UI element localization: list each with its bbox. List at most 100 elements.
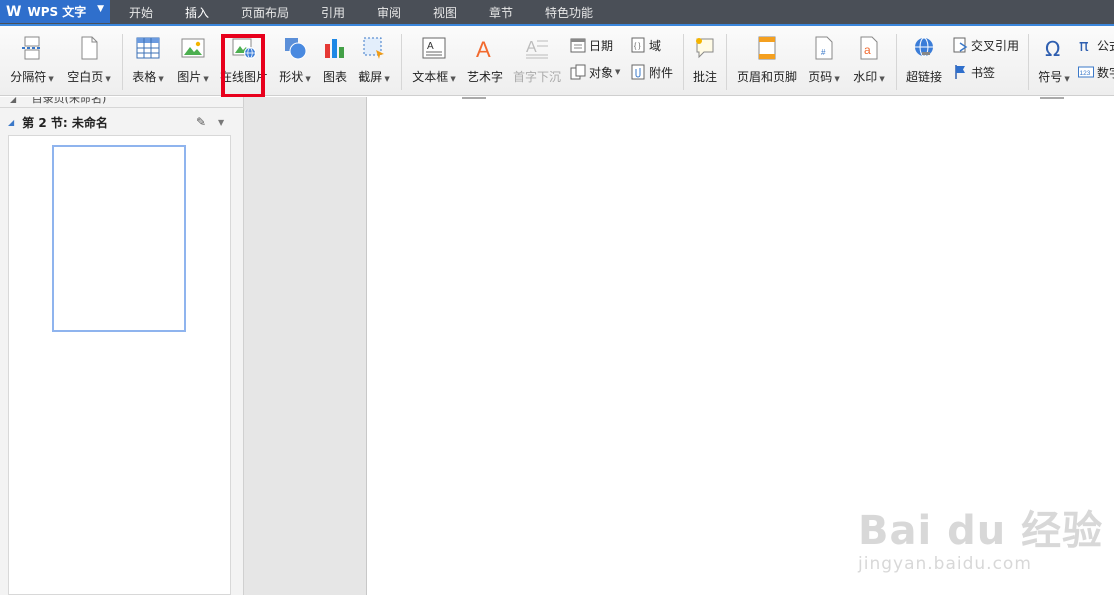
hyperlink-button[interactable]: 超链接 xyxy=(902,34,946,92)
textbox-label: 文本框 xyxy=(412,70,449,84)
caret-icon: ▼ xyxy=(203,75,209,83)
page-number-button[interactable]: # 页码 ▼ xyxy=(804,34,844,92)
symbol-label: 符号 xyxy=(1038,70,1063,84)
highlight-box xyxy=(221,34,265,98)
header-footer-button[interactable]: 页眉和页脚 xyxy=(734,34,800,92)
blank-page-label: 空白页 xyxy=(67,70,104,84)
tab-special-features[interactable]: 特色功能 xyxy=(538,0,600,26)
chevron-down-icon[interactable]: ▼ xyxy=(218,118,224,127)
number-button[interactable]: 123 数字 xyxy=(1078,63,1114,81)
pencil-icon[interactable]: ✎ xyxy=(196,115,206,129)
picture-button[interactable]: 图片 ▼ xyxy=(172,34,214,92)
caret-icon: ▼ xyxy=(158,75,164,83)
shape-button[interactable]: 形状 ▼ xyxy=(274,34,316,92)
wps-logo-icon: W xyxy=(6,3,22,20)
watermark-logo: Bai du 经验 xyxy=(858,508,1104,554)
app-menu-button[interactable]: W WPS 文字 ▼ xyxy=(0,0,110,23)
header-footer-icon xyxy=(755,36,779,60)
caret-icon: ▼ xyxy=(48,75,54,83)
page-corner-mark xyxy=(462,97,486,99)
header-footer-label: 页眉和页脚 xyxy=(736,70,797,84)
textbox-button[interactable]: A 文本框 ▼ xyxy=(408,34,460,92)
page-break-button[interactable]: 分隔符 ▼ xyxy=(6,34,58,92)
panel-divider xyxy=(0,107,244,108)
caret-icon: ▼ xyxy=(384,75,390,83)
textbox-icon: A xyxy=(422,36,446,60)
ribbon-separator xyxy=(896,34,897,90)
tab-view[interactable]: 视图 xyxy=(424,0,466,26)
attachment-button[interactable]: 附件 xyxy=(630,63,673,81)
svg-text:A: A xyxy=(526,39,537,56)
page-break-icon xyxy=(20,36,44,60)
comment-button[interactable]: 批注 xyxy=(688,34,722,92)
ribbon-separator xyxy=(726,34,727,90)
tab-references[interactable]: 引用 xyxy=(312,0,354,26)
picture-label: 图片 xyxy=(177,70,202,84)
tab-section[interactable]: 章节 xyxy=(480,0,522,26)
screenshot-icon xyxy=(362,36,386,60)
caret-icon: ▼ xyxy=(450,75,456,83)
baidu-watermark: Bai du 经验 jingyan.baidu.com xyxy=(858,498,1103,574)
watermark-label: 水印 xyxy=(853,70,878,84)
table-button[interactable]: 表格 ▼ xyxy=(128,34,168,92)
formula-label: 公式 xyxy=(1097,38,1114,53)
tab-page-layout[interactable]: 页面布局 xyxy=(232,0,298,26)
chevron-down-icon: ▼ xyxy=(97,4,104,14)
chart-icon xyxy=(323,36,347,60)
shape-icon xyxy=(283,36,307,60)
caret-icon: ▼ xyxy=(1064,75,1070,83)
tab-review[interactable]: 审阅 xyxy=(368,0,410,26)
page-thumbnail[interactable] xyxy=(52,145,186,332)
blank-page-button[interactable]: 空白页 ▼ xyxy=(62,34,116,92)
cross-reference-button[interactable]: 交叉引用 xyxy=(952,36,1019,54)
object-button[interactable]: 对象 ▼ xyxy=(570,63,620,81)
chart-label: 图表 xyxy=(322,70,347,84)
right-clip: π 公式 123 数字 xyxy=(1076,30,1114,94)
drop-cap-icon: A xyxy=(525,36,549,60)
nav-section-item[interactable]: ◢ 第 2 节: 未命名 ✎ ▼ xyxy=(8,112,236,132)
svg-text:{ }: { } xyxy=(634,43,641,50)
page-corner-mark xyxy=(1040,97,1064,99)
object-icon xyxy=(570,64,586,80)
svg-text:#: # xyxy=(821,48,826,57)
date-label: 日期 xyxy=(589,38,614,53)
ribbon-separator xyxy=(122,34,123,90)
symbol-button[interactable]: Ω 符号 ▼ xyxy=(1034,34,1074,92)
screenshot-button[interactable]: 截屏 ▼ xyxy=(354,34,394,92)
omega-icon: Ω xyxy=(1042,36,1066,61)
caret-icon: ▼ xyxy=(834,75,840,83)
tab-insert[interactable]: 插入 xyxy=(176,0,218,26)
app-title: WPS 文字 xyxy=(27,5,87,19)
drop-cap-button[interactable]: A 首字下沉 xyxy=(510,34,564,92)
wordart-icon: A xyxy=(473,36,497,62)
number-label: 数字 xyxy=(1097,65,1114,80)
svg-text:A: A xyxy=(476,37,491,60)
drop-cap-label: 首字下沉 xyxy=(512,70,561,84)
watermark-url: jingyan.baidu.com xyxy=(858,554,1032,574)
bookmark-button[interactable]: 书签 xyxy=(952,63,995,81)
bookmark-flag-icon xyxy=(952,64,968,80)
caret-icon: ▼ xyxy=(615,68,621,76)
expand-triangle-icon: ◢ xyxy=(10,97,17,104)
formula-button[interactable]: π 公式 xyxy=(1078,36,1114,55)
date-button[interactable]: 日期 xyxy=(570,36,613,54)
nav-top-item[interactable]: ◢ 目录页(未命名) xyxy=(0,97,244,107)
calendar-icon xyxy=(570,37,586,53)
field-label: 域 xyxy=(649,38,662,53)
field-button[interactable]: { } 域 xyxy=(630,36,661,54)
section-label: 第 2 节: 未命名 xyxy=(22,115,108,130)
tab-home[interactable]: 开始 xyxy=(118,0,164,26)
watermark-icon: a xyxy=(857,36,881,60)
ribbon-separator xyxy=(1028,34,1029,90)
chart-button[interactable]: 图表 xyxy=(318,34,352,92)
wordart-button[interactable]: A 艺术字 xyxy=(464,34,506,92)
cross-reference-icon xyxy=(952,37,968,53)
hyperlink-label: 超链接 xyxy=(905,70,942,84)
hyperlink-icon xyxy=(912,36,936,60)
svg-text:A: A xyxy=(427,41,434,52)
comment-icon xyxy=(693,36,717,60)
pi-icon: π xyxy=(1078,36,1094,55)
caret-icon: ▼ xyxy=(879,75,885,83)
number-123-icon: 123 xyxy=(1078,64,1094,80)
watermark-button[interactable]: a 水印 ▼ xyxy=(848,34,890,92)
